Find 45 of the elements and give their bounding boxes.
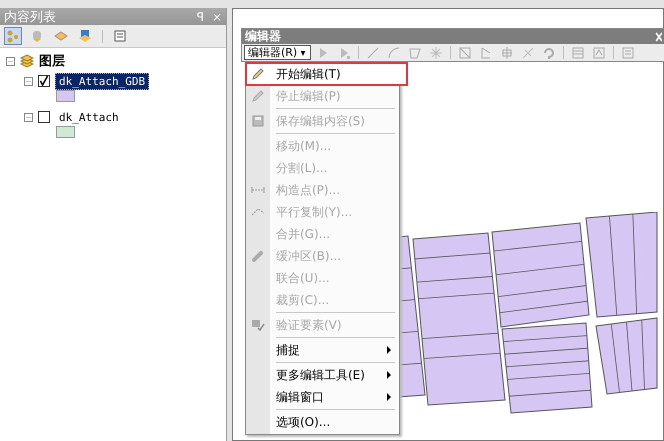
check-icon <box>39 74 49 88</box>
submenu-arrow-icon <box>387 393 391 401</box>
layer-checkbox[interactable] <box>38 111 50 123</box>
pencil-icon <box>251 67 265 81</box>
layer-checkbox[interactable] <box>38 75 50 87</box>
layers-icon <box>78 29 92 43</box>
layer-group-label[interactable]: 图层 <box>39 52 65 70</box>
line-icon <box>366 46 380 60</box>
menu-item[interactable]: 编辑窗口 <box>246 386 399 408</box>
layer-name[interactable]: dk_Attach_GDB <box>55 72 150 90</box>
collapse-toggle[interactable] <box>24 76 33 86</box>
slash-icon <box>521 46 536 60</box>
cylinder-icon <box>30 29 44 43</box>
editor-menu-button[interactable]: 编辑器(R) <box>244 45 312 60</box>
submenu-arrow-icon <box>387 371 391 379</box>
check-shape-icon <box>251 318 265 332</box>
submenu-arrow-icon <box>387 346 391 354</box>
toolbar-title: 编辑器 <box>245 28 282 45</box>
nodes-icon <box>6 29 20 43</box>
list-by-drawing-order-button[interactable] <box>4 27 22 45</box>
capsule-icon <box>251 249 265 263</box>
sparkle-icon <box>429 46 444 60</box>
attributes-icon <box>621 46 636 60</box>
list-icon <box>113 29 127 43</box>
close-icon <box>654 30 664 44</box>
menu-item[interactable]: 捕捉 <box>246 339 399 361</box>
save-icon <box>251 114 265 128</box>
curve-icon <box>387 46 402 60</box>
panel-title: 内容列表 <box>4 8 57 26</box>
pencil-icon <box>251 89 265 103</box>
cross-icon <box>500 46 514 60</box>
layers-icon <box>54 29 68 43</box>
close-button[interactable]: × <box>212 10 222 24</box>
menu-item[interactable]: 更多编辑工具(E) <box>246 364 399 386</box>
rotate-icon <box>542 46 556 60</box>
layer-name[interactable]: dk_Attach <box>55 108 123 126</box>
collapse-toggle[interactable] <box>24 112 33 122</box>
menu-item[interactable]: 选项(O)... <box>246 411 399 433</box>
sketch-icon <box>592 46 606 60</box>
pin-button[interactable]: ꟼ <box>196 10 204 24</box>
layers-stack-icon <box>20 54 34 68</box>
menu-item[interactable]: 开始编辑(T) <box>246 63 407 85</box>
collapse-toggle[interactable] <box>6 56 15 66</box>
polygon-icon <box>408 46 422 60</box>
table-icon <box>571 46 586 60</box>
